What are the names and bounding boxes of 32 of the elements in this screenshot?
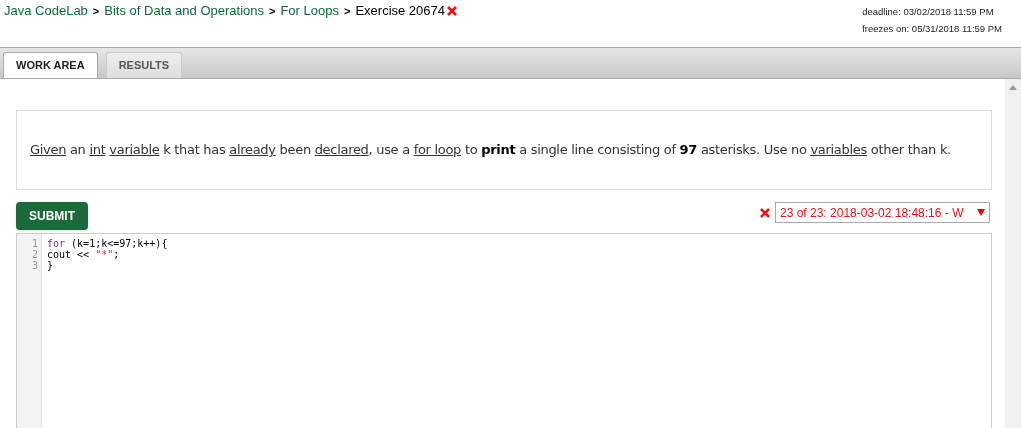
deadline-text: deadline: 03/02/2018 11:59 PM xyxy=(862,5,995,19)
breadcrumb-link[interactable]: Bits of Data and Operations xyxy=(104,1,264,21)
freeze-date-text: freezes on: 05/31/2018 11:59 PM xyxy=(862,22,1002,37)
code-line: cout << "*"; xyxy=(47,249,121,260)
line-number: 3 xyxy=(31,260,38,271)
line-number: 2 xyxy=(31,249,38,260)
instructions-text: Given an int variable k that has already been declared, use a for loop to print a single line consisting of 97 asterisks. Use no variables other than k. xyxy=(30,141,951,160)
glossary-link[interactable]: for loop xyxy=(413,142,462,158)
page-title: Exercise 20674 xyxy=(355,2,446,20)
code-line: } xyxy=(47,260,55,271)
breadcrumb-separator: > xyxy=(343,3,351,19)
glossary-link[interactable]: int xyxy=(89,142,106,158)
tab[interactable]: RESULTS xyxy=(105,52,183,78)
breadcrumb-link[interactable]: Java CodeLab xyxy=(4,1,88,21)
scroll-up-icon[interactable] xyxy=(1009,85,1017,90)
caret-icon xyxy=(977,209,985,216)
glossary-link[interactable]: already xyxy=(229,142,276,158)
submit-button[interactable]: SUBMIT xyxy=(16,202,88,230)
code-editor[interactable]: 1 2 3 for (k=1;k<=97;k++){ cout << "*"; } xyxy=(16,233,992,428)
code-line: for (k=1;k<=97;k++){ xyxy=(47,238,168,249)
glossary-link[interactable]: Given xyxy=(30,142,67,158)
tab[interactable]: WORK AREA xyxy=(3,52,98,78)
submission-dropdown[interactable]: 23 of 23: 2018-03-02 18:48:16 - W xyxy=(775,202,990,223)
scrollbar[interactable] xyxy=(1005,79,1021,428)
breadcrumb-separator: > xyxy=(92,3,100,19)
breadcrumb-separator: > xyxy=(269,3,276,19)
glossary-link[interactable]: variable xyxy=(109,142,160,158)
line-number: 1 xyxy=(31,238,38,249)
glossary-link[interactable]: variables xyxy=(810,142,867,158)
breadcrumb-link[interactable]: For Loops xyxy=(280,1,339,21)
glossary-link[interactable]: declared xyxy=(314,142,369,158)
cross-icon xyxy=(447,5,458,16)
